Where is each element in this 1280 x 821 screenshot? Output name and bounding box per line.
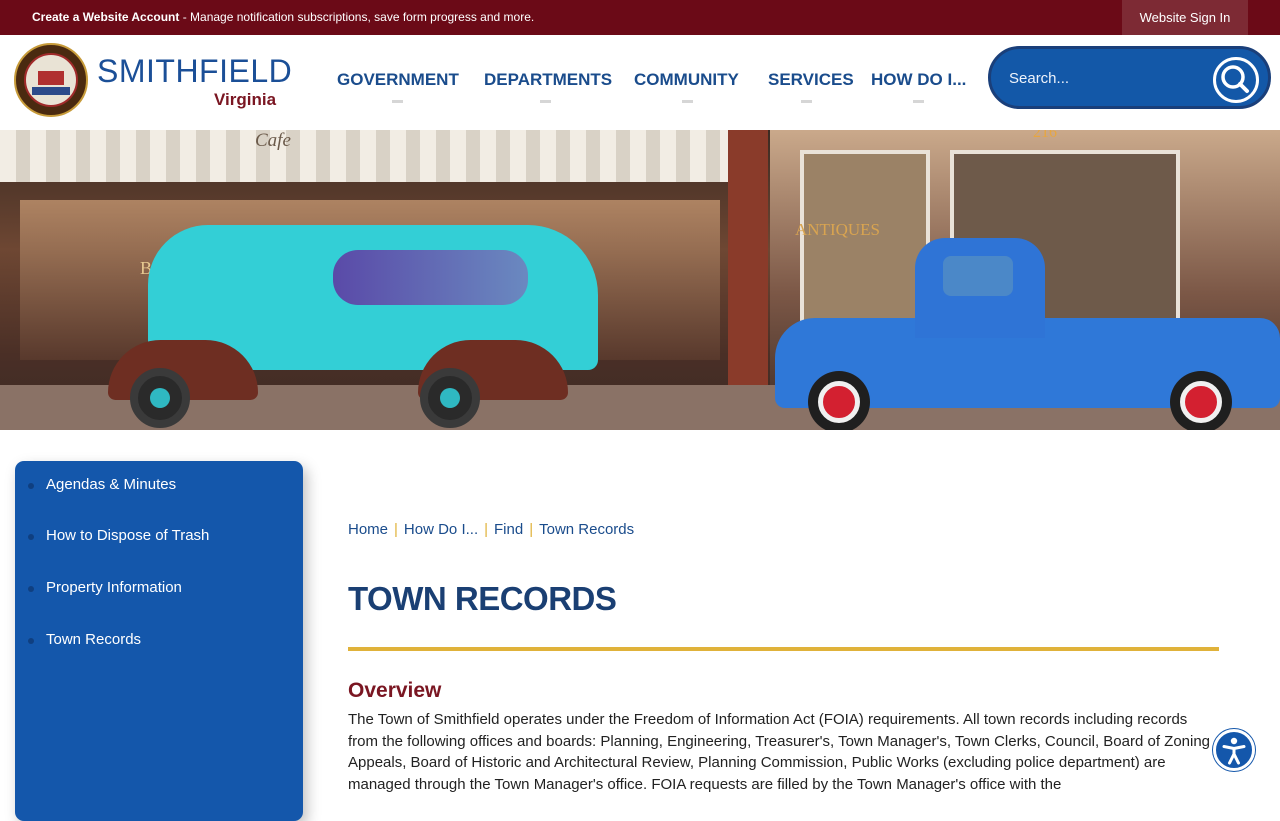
antiques-sign: ANTIQUES [795, 220, 880, 239]
truck-window [943, 256, 1013, 296]
address-number-sign: 216 [1033, 130, 1057, 141]
nav-departments[interactable]: DEPARTMENTS [484, 70, 613, 103]
nav-services[interactable]: SERVICES [768, 70, 854, 103]
overview-paragraph: The Town of Smithfield operates under th… [348, 711, 1211, 793]
sidebar-item-label: Agendas & Minutes [46, 476, 177, 493]
seal-building [38, 71, 64, 85]
page-title: TOWN RECORDS [348, 580, 617, 617]
breadcrumb-how-do-i[interactable]: How Do I... [404, 521, 478, 538]
nav-community[interactable]: COMMUNITY [634, 70, 739, 103]
vintage-truck [775, 238, 1280, 430]
search-box [988, 46, 1271, 109]
sidebar-nav: Agendas & Minutes How to Dispose of Tras… [15, 461, 303, 821]
nav-dropdown-indicator [540, 100, 551, 103]
nav-dropdown-indicator [913, 100, 924, 103]
sidebar-item-agendas-minutes[interactable]: Agendas & Minutes [15, 467, 303, 507]
bullet-icon [28, 638, 34, 644]
nav-label: SERVICES [768, 70, 854, 89]
breadcrumb-town-records[interactable]: Town Records [539, 521, 634, 538]
top-bar: Create a Website Account - Manage notifi… [0, 0, 1280, 35]
breadcrumb-separator: | [484, 521, 489, 538]
logo-subtitle[interactable]: Virginia [214, 90, 276, 110]
wheel-rim [818, 381, 860, 423]
wheel-hub [150, 388, 170, 408]
truck-wheel [1170, 371, 1232, 430]
nav-government[interactable]: GOVERNMENT [337, 70, 459, 103]
town-seal-icon[interactable] [14, 43, 88, 117]
truck-wheel [808, 371, 870, 430]
create-account-description: - Manage notification subscriptions, sav… [179, 10, 535, 24]
cafe-sign: Cafe [255, 130, 291, 151]
wheel-hub [440, 388, 460, 408]
wheel-rim [1180, 381, 1222, 423]
accessibility-button[interactable] [1213, 729, 1255, 771]
breadcrumb-separator: | [394, 521, 398, 538]
van-mural [333, 250, 528, 305]
sidebar-item-dispose-trash[interactable]: How to Dispose of Trash [15, 518, 303, 558]
bullet-icon [28, 534, 34, 540]
sidebar-item-property-information[interactable]: Property Information [15, 570, 303, 610]
search-input[interactable] [1009, 65, 1199, 91]
search-icon [1221, 65, 1249, 93]
create-account-link[interactable]: Create a Website Account [32, 10, 179, 24]
breadcrumb-home[interactable]: Home [348, 521, 388, 538]
breadcrumb-separator: | [529, 521, 534, 538]
title-divider [348, 647, 1219, 651]
nav-label: COMMUNITY [634, 70, 739, 89]
hero-banner: Cafe 216 BAKERY ANTIQUES [0, 130, 1280, 430]
search-button[interactable] [1213, 57, 1259, 103]
seal-inner [24, 53, 78, 107]
breadcrumb: Home | How Do I... | Find | Town Records [348, 521, 634, 538]
website-sign-in-button[interactable]: Website Sign In [1122, 0, 1248, 35]
vintage-van [108, 225, 648, 428]
sidebar-item-town-records[interactable]: Town Records [15, 622, 303, 662]
nav-dropdown-indicator [682, 100, 693, 103]
sidebar-item-label: How to Dispose of Trash [46, 527, 210, 544]
nav-label: DEPARTMENTS [484, 70, 613, 89]
nav-dropdown-indicator [392, 100, 403, 103]
nav-label: HOW DO I... [871, 70, 967, 89]
nav-label: GOVERNMENT [337, 70, 459, 89]
logo-title[interactable]: SMITHFIELD [97, 53, 292, 90]
breadcrumb-find[interactable]: Find [494, 521, 523, 538]
bullet-icon [28, 586, 34, 592]
bullet-icon [28, 483, 34, 489]
seal-band [32, 87, 70, 95]
accessibility-icon [1222, 737, 1246, 765]
van-wheel [130, 368, 190, 428]
storefront-awning [0, 130, 730, 182]
site-header: SMITHFIELD Virginia GOVERNMENT DEPARTMEN… [0, 35, 1280, 130]
van-wheel [420, 368, 480, 428]
sidebar-item-label: Property Information [46, 579, 182, 596]
nav-how-do-i[interactable]: HOW DO I... [871, 70, 967, 103]
nav-dropdown-indicator [801, 100, 812, 103]
create-account-message[interactable]: Create a Website Account - Manage notifi… [32, 10, 534, 24]
sidebar-item-label: Town Records [46, 631, 142, 648]
section-heading: Overview [348, 679, 442, 702]
